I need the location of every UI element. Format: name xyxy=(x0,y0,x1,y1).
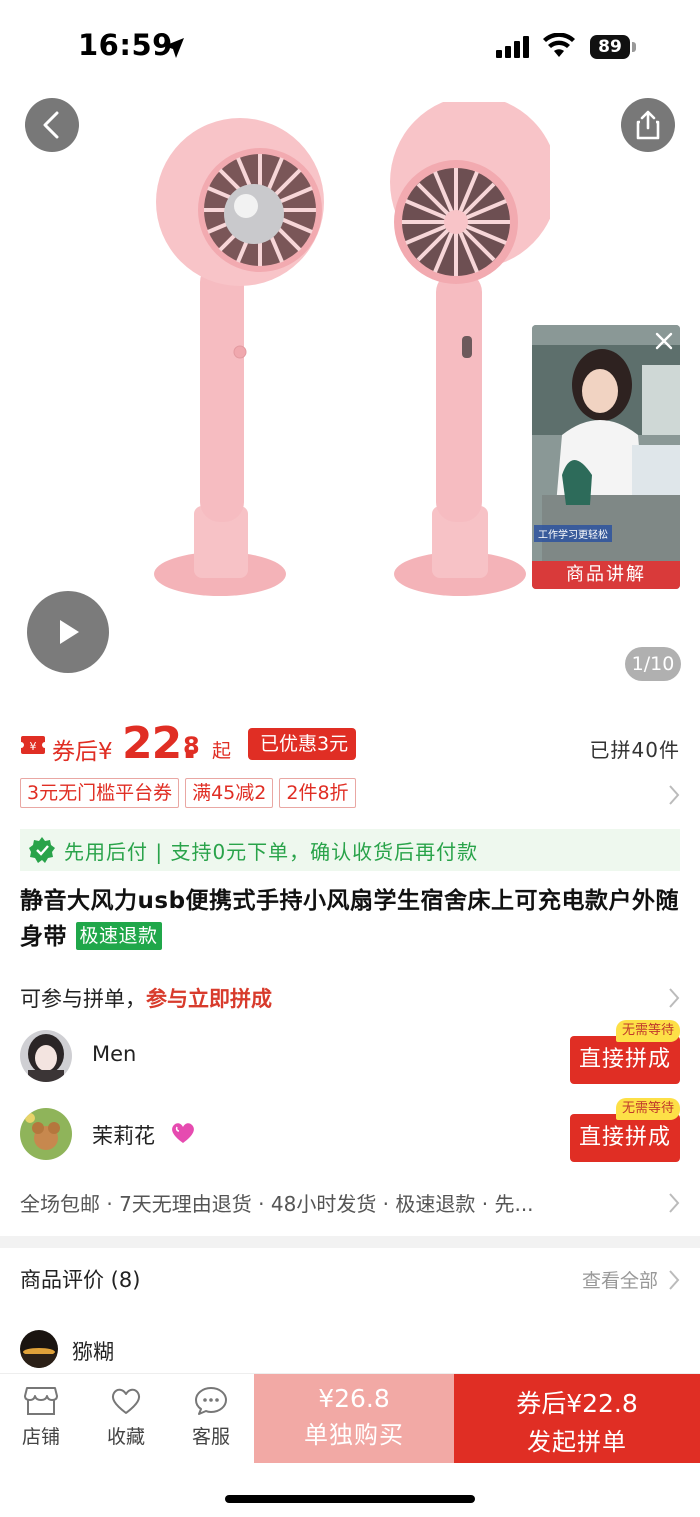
chevron-right-icon xyxy=(669,988,680,1008)
shop-label: 店铺 xyxy=(21,1426,60,1448)
solo-label: 单独购买 xyxy=(304,1421,404,1449)
group-buy-highlight: 参与立即拼成 xyxy=(146,987,272,1011)
service-label: 客服 xyxy=(191,1426,230,1448)
battery-cap xyxy=(632,42,636,52)
chat-bubble-icon xyxy=(195,1387,227,1415)
no-wait-tag: 无需等待 xyxy=(615,1020,680,1042)
user-avatar-image xyxy=(20,1030,72,1082)
share-icon xyxy=(636,110,660,140)
group-buy-header[interactable]: 可参与拼单，参与立即拼成 xyxy=(20,983,680,1013)
section-divider xyxy=(0,1236,700,1248)
share-button[interactable] xyxy=(621,98,675,152)
location-arrow-icon xyxy=(164,38,184,58)
favorite-label: 收藏 xyxy=(106,1426,145,1448)
fast-refund-badge: 极速退款 xyxy=(75,922,162,950)
sold-count: 已拼40件 xyxy=(589,738,680,762)
reviewer-avatar-image xyxy=(20,1330,58,1368)
group-label: 发起拼单 xyxy=(527,1428,627,1456)
product-fan-image xyxy=(154,102,550,596)
promo-tag[interactable]: 满45减2 xyxy=(185,778,274,808)
price-row: ¥ 券后¥ 22. 8 起 已优惠3元 已拼40件 xyxy=(20,716,680,772)
pay-later-text: 先用后付 | 支持0元下单，确认收货后再付款 xyxy=(64,839,479,864)
home-indicator xyxy=(225,1495,475,1503)
back-button[interactable] xyxy=(25,98,79,152)
chevron-right-icon xyxy=(669,785,680,805)
close-icon[interactable] xyxy=(652,329,676,353)
pay-later-icon xyxy=(29,837,55,863)
discount-badge: 已优惠3元 xyxy=(248,728,357,760)
shop-icon xyxy=(24,1387,58,1415)
group-price: 券后¥22.8 xyxy=(516,1389,638,1418)
join-group-button[interactable]: 直接拼成 xyxy=(570,1036,680,1084)
battery-indicator: 89 xyxy=(590,35,630,59)
svg-text:¥: ¥ xyxy=(30,740,37,753)
play-video-button[interactable] xyxy=(27,591,109,673)
heart-sparkle-icon xyxy=(172,1123,194,1143)
start-group-buy-button[interactable]: 券后¥22.8 发起拼单 xyxy=(454,1374,700,1463)
avatar xyxy=(20,1030,72,1082)
avatar xyxy=(20,1330,58,1368)
service-text: 全场包邮 · 7天无理由退货 · 48小时发货 · 极速退款 · 先... xyxy=(20,1192,534,1216)
heart-icon xyxy=(111,1388,141,1414)
coupon-icon: ¥ xyxy=(20,736,46,754)
chevron-left-icon xyxy=(43,111,59,139)
cellular-signal-icon xyxy=(496,36,529,58)
wifi-icon xyxy=(543,33,575,57)
shop-button[interactable]: 店铺 xyxy=(11,1386,71,1458)
promotion-tags[interactable]: 3元无门槛平台券 满45减2 2件8折 xyxy=(20,778,680,812)
product-gallery[interactable]: 工作学习更轻松 商品讲解 1/10 xyxy=(0,92,700,697)
avatar xyxy=(20,1108,72,1160)
reviewer-name: 猕糊 xyxy=(72,1340,114,1364)
service-guarantees[interactable]: 全场包邮 · 7天无理由退货 · 48小时发货 · 极速退款 · 先... xyxy=(20,1188,680,1222)
price-suffix: 起 xyxy=(212,740,232,762)
video-caption: 工作学习更轻松 xyxy=(534,525,612,542)
video-label: 商品讲解 xyxy=(532,561,680,589)
video-explanation-thumbnail[interactable]: 工作学习更轻松 商品讲解 xyxy=(532,325,680,589)
play-icon xyxy=(60,620,79,644)
price-decimal: 8 xyxy=(183,732,200,760)
status-time: 16:59 xyxy=(78,28,173,62)
product-title: 静音大风力usb便携式手持小风扇学生宿舍床上可充电款户外随身带 极速退款 xyxy=(20,883,680,955)
promo-tag[interactable]: 2件8折 xyxy=(279,778,356,808)
image-counter: 1/10 xyxy=(625,647,681,681)
price-prefix: 券后¥ xyxy=(52,739,113,765)
favorite-button[interactable]: 收藏 xyxy=(96,1386,156,1458)
group-row: Men 直接拼成 无需等待 xyxy=(20,1020,680,1086)
pay-later-banner[interactable]: 先用后付 | 支持0元下单，确认收货后再付款 xyxy=(20,829,680,871)
group-row: 茉莉花 直接拼成 无需等待 xyxy=(20,1098,680,1164)
view-all-reviews-link[interactable]: 查看全部 xyxy=(582,1266,658,1293)
chevron-right-icon xyxy=(669,1270,680,1290)
buy-alone-button[interactable]: ¥26.8 单独购买 xyxy=(254,1374,454,1463)
customer-service-button[interactable]: 客服 xyxy=(181,1386,241,1458)
status-bar: 16:59 89 xyxy=(0,0,700,92)
chevron-right-icon xyxy=(668,1192,680,1214)
solo-price: ¥26.8 xyxy=(318,1384,390,1413)
group-user-name: 茉莉花 xyxy=(92,1124,155,1148)
promo-tag[interactable]: 3元无门槛平台券 xyxy=(20,778,180,808)
reviews-title: 商品评价 (8) xyxy=(20,1268,141,1292)
reviews-header[interactable]: 商品评价 (8) 查看全部 xyxy=(20,1264,680,1296)
no-wait-tag: 无需等待 xyxy=(615,1098,680,1120)
user-avatar-image xyxy=(20,1108,72,1160)
group-user-name: Men xyxy=(92,1042,137,1066)
bottom-action-bar: 店铺 收藏 客服 ¥26.8 单独购买 券后¥22.8 发起拼单 xyxy=(0,1373,700,1463)
join-group-button[interactable]: 直接拼成 xyxy=(570,1114,680,1162)
group-buy-intro: 可参与拼单， xyxy=(20,987,146,1011)
